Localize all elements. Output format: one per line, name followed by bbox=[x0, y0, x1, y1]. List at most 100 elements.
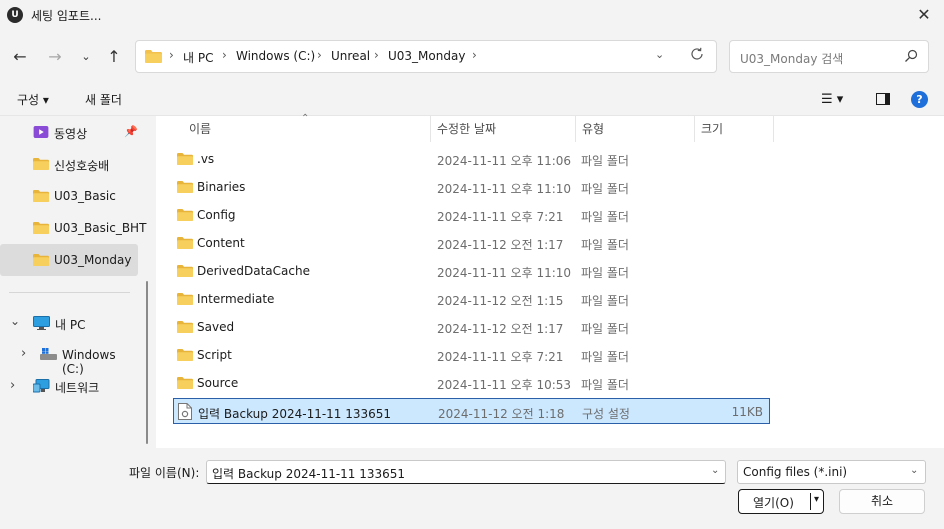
tree-item-network[interactable]: › 네트워크 bbox=[0, 372, 138, 402]
file-name: Source bbox=[197, 376, 239, 390]
pin-icon[interactable]: 📌 bbox=[124, 125, 138, 138]
file-row[interactable]: Script 2024-11-11 오후 7:21 파일 폴더 bbox=[173, 342, 770, 368]
recent-locations-button[interactable]: ⌄ bbox=[76, 43, 96, 71]
sidebar-item-folder[interactable]: 신성호숭배 bbox=[0, 148, 138, 180]
command-bar: 구성 ▾ 새 폴더 ☰ ▾ ? bbox=[0, 82, 944, 116]
tree-item-this-pc[interactable]: ⌄ 내 PC bbox=[0, 308, 138, 338]
breadcrumb-separator[interactable]: › bbox=[222, 48, 227, 62]
file-row[interactable]: .vs 2024-11-11 오후 11:06 파일 폴더 bbox=[173, 146, 770, 172]
file-row[interactable]: Binaries 2024-11-11 오후 11:10 파일 폴더 bbox=[173, 174, 770, 200]
file-type-select[interactable]: Config files (*.ini) ⌄ bbox=[737, 460, 926, 484]
search-icon bbox=[905, 49, 918, 62]
file-row[interactable]: Content 2024-11-12 오전 1:17 파일 폴더 bbox=[173, 230, 770, 256]
file-date: 2024-11-12 오전 1:17 bbox=[437, 238, 564, 252]
refresh-icon[interactable] bbox=[689, 46, 705, 62]
tree-item-windows-c[interactable]: › Windows (C:) bbox=[0, 340, 138, 376]
open-button[interactable]: 열기(O) ▾ bbox=[738, 489, 824, 514]
chevron-down-icon[interactable]: ⌄ bbox=[655, 48, 664, 61]
sidebar-item-folder[interactable]: U03_Basic_BHT bbox=[0, 212, 146, 244]
file-type: 구성 설정 bbox=[582, 407, 630, 421]
file-type: 파일 폴더 bbox=[581, 210, 629, 224]
divider bbox=[810, 493, 811, 510]
breadcrumb-unreal[interactable]: Unreal bbox=[331, 49, 370, 63]
file-row[interactable]: Config 2024-11-11 오후 7:21 파일 폴더 bbox=[173, 202, 770, 228]
up-button[interactable]: ↑ bbox=[101, 43, 127, 71]
folder-icon bbox=[177, 265, 193, 277]
chevron-right-icon[interactable]: › bbox=[21, 346, 26, 361]
file-row[interactable]: Source 2024-11-11 오후 10:53 파일 폴더 bbox=[173, 370, 770, 396]
organize-button[interactable]: 구성 ▾ bbox=[17, 91, 49, 108]
tree-item-label: 내 PC bbox=[55, 318, 86, 332]
filename-input[interactable]: 입력 Backup 2024-11-11 133651 ⌄ bbox=[206, 460, 726, 484]
file-name: Content bbox=[197, 236, 245, 250]
back-button[interactable]: ← bbox=[7, 43, 33, 71]
file-date: 2024-11-12 오전 1:17 bbox=[437, 322, 564, 336]
folder-icon bbox=[177, 321, 193, 333]
file-name: DerivedDataCache bbox=[197, 264, 310, 278]
preview-pane-icon[interactable] bbox=[876, 93, 890, 105]
chevron-down-icon[interactable]: ⌄ bbox=[711, 465, 719, 476]
file-date: 2024-11-11 오후 11:10 bbox=[437, 266, 572, 280]
breadcrumb-this-pc[interactable]: 내 PC bbox=[183, 49, 213, 66]
search-input[interactable]: U03_Monday 검색 bbox=[729, 40, 929, 73]
open-button-label: 열기(O) bbox=[753, 496, 794, 510]
file-row[interactable]: Saved 2024-11-12 오전 1:17 파일 폴더 bbox=[173, 314, 770, 340]
file-row[interactable]: Intermediate 2024-11-12 오전 1:15 파일 폴더 bbox=[173, 286, 770, 312]
column-header-row: 이름 ⌃ 수정한 날짜 유형 크기 bbox=[156, 113, 944, 142]
file-list: 이름 ⌃ 수정한 날짜 유형 크기 .vs 2024-11-11 오후 11:06… bbox=[156, 113, 944, 448]
column-header-type[interactable]: 유형 bbox=[582, 120, 604, 142]
config-file-icon bbox=[178, 403, 192, 420]
window-title: 세팅 임포트... bbox=[31, 9, 102, 23]
breadcrumb-u03-monday[interactable]: U03_Monday bbox=[388, 49, 465, 63]
folder-icon bbox=[177, 349, 193, 361]
breadcrumb-windows-c[interactable]: Windows (C:) bbox=[236, 49, 315, 63]
column-divider[interactable] bbox=[430, 116, 431, 142]
column-divider[interactable] bbox=[575, 116, 576, 142]
file-date: 2024-11-11 오후 7:21 bbox=[437, 350, 564, 364]
chevron-right-icon[interactable]: › bbox=[10, 378, 15, 393]
breadcrumb-separator[interactable]: › bbox=[169, 48, 174, 62]
breadcrumb-separator[interactable]: › bbox=[317, 48, 322, 62]
close-button[interactable]: ✕ bbox=[904, 0, 944, 30]
new-folder-button[interactable]: 새 폴더 bbox=[85, 91, 122, 108]
forward-button[interactable]: → bbox=[42, 43, 68, 71]
sidebar-item-videos[interactable]: 동영상 📌 bbox=[0, 116, 138, 148]
chevron-down-icon[interactable]: ⌄ bbox=[10, 314, 20, 328]
file-name: .vs bbox=[197, 152, 215, 166]
chevron-down-icon[interactable]: ▾ bbox=[814, 494, 819, 505]
file-row[interactable]: DerivedDataCache 2024-11-11 오후 11:10 파일 폴더 bbox=[173, 258, 770, 284]
title-bar: U 세팅 임포트... ✕ bbox=[0, 0, 944, 30]
file-date: 2024-11-11 오후 10:53 bbox=[437, 378, 572, 392]
file-type: 파일 폴더 bbox=[581, 350, 629, 364]
column-divider[interactable] bbox=[773, 116, 774, 142]
file-row[interactable]: 입력 Backup 2024-11-11 133651 2024-11-12 오전… bbox=[173, 398, 770, 424]
breadcrumb-separator[interactable]: › bbox=[472, 48, 477, 62]
sidebar-item-label: 동영상 bbox=[54, 127, 88, 141]
column-header-modified[interactable]: 수정한 날짜 bbox=[437, 120, 496, 142]
unreal-logo-icon: U bbox=[7, 7, 23, 23]
breadcrumb-separator[interactable]: › bbox=[374, 48, 379, 62]
filename-value[interactable]: 입력 Backup 2024-11-11 133651 bbox=[212, 465, 405, 482]
folder-icon bbox=[145, 50, 162, 63]
computer-icon bbox=[33, 316, 50, 330]
view-options-button[interactable]: ☰ ▾ bbox=[821, 92, 843, 107]
cancel-button[interactable]: 취소 bbox=[839, 489, 925, 514]
column-header-name[interactable]: 이름 bbox=[189, 120, 211, 142]
column-divider[interactable] bbox=[694, 116, 695, 142]
dialog-footer: 파일 이름(N): 입력 Backup 2024-11-11 133651 ⌄ … bbox=[0, 448, 944, 529]
folder-icon bbox=[33, 190, 49, 202]
folder-icon bbox=[177, 181, 193, 193]
folder-icon bbox=[33, 158, 49, 170]
file-type: 파일 폴더 bbox=[581, 182, 629, 196]
address-bar[interactable]: › 내 PC › Windows (C:) › Unreal › U03_Mon… bbox=[135, 40, 717, 73]
file-date: 2024-11-12 오전 1:18 bbox=[438, 407, 565, 421]
search-placeholder: U03_Monday 검색 bbox=[740, 52, 844, 66]
folder-icon bbox=[177, 209, 193, 221]
sidebar-item-folder[interactable]: U03_Basic bbox=[0, 180, 138, 212]
navigation-scrollbar[interactable] bbox=[146, 281, 148, 444]
sidebar-item-selected[interactable]: U03_Monday bbox=[0, 244, 138, 276]
column-header-size[interactable]: 크기 bbox=[701, 120, 723, 142]
help-icon[interactable]: ? bbox=[911, 91, 928, 108]
chevron-down-icon[interactable]: ⌄ bbox=[910, 465, 918, 476]
divider bbox=[9, 292, 130, 293]
